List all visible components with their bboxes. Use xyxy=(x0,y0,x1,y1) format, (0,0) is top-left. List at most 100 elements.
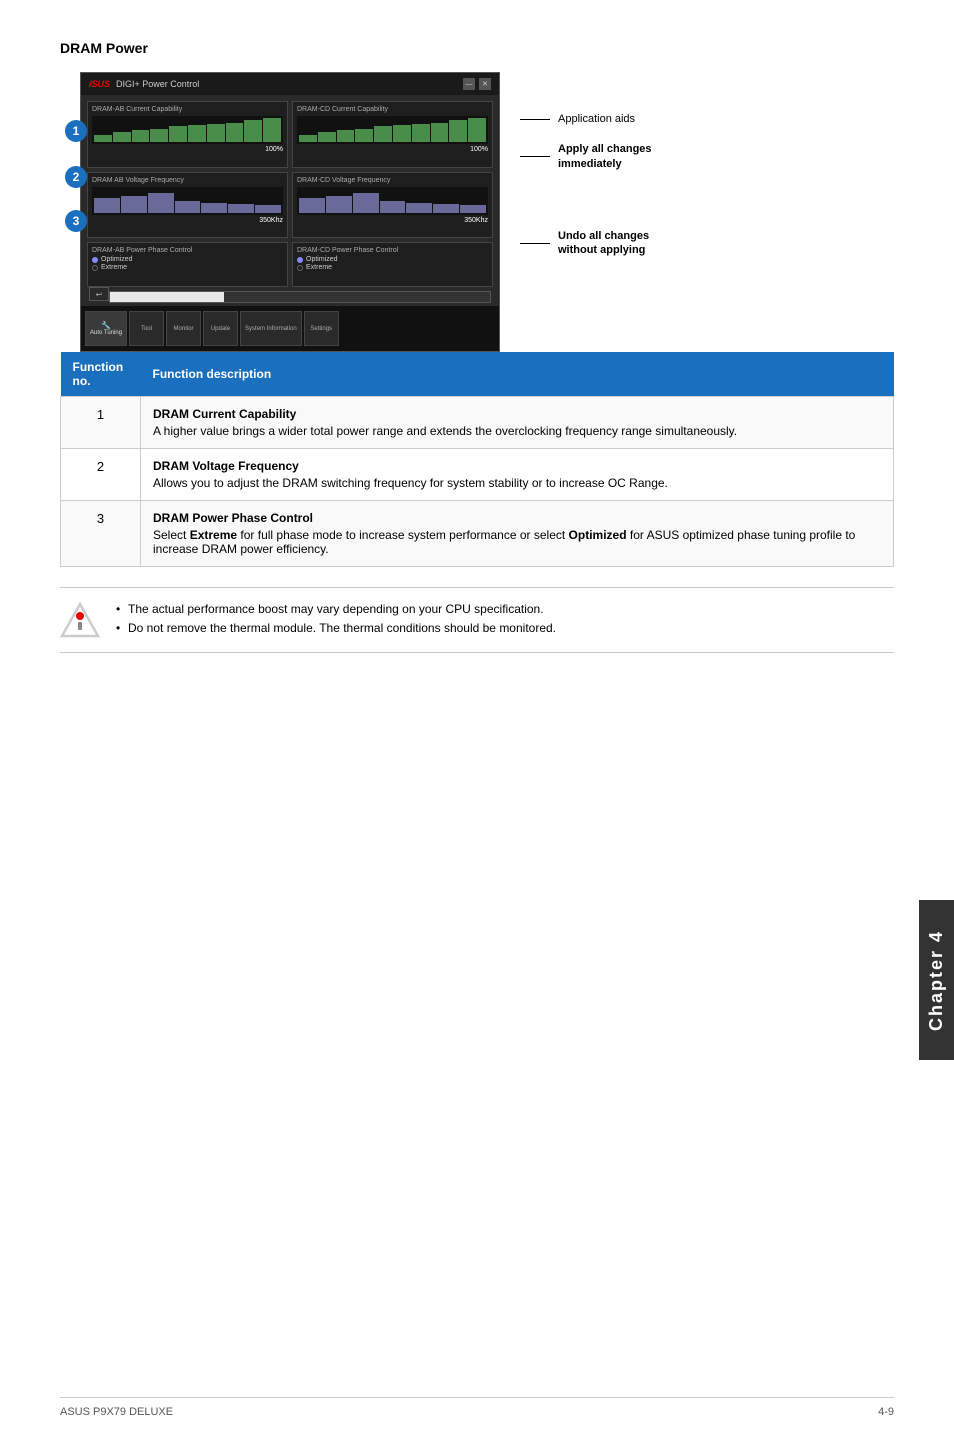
digi-logo: /SUS xyxy=(89,79,110,89)
digi-content: DRAM-AB Current Capability xyxy=(81,95,499,293)
bar xyxy=(468,118,486,142)
annotation-app-aids: Application aids xyxy=(520,112,700,126)
nav-auto-tuning[interactable]: 🔧 Auto Tuning xyxy=(85,311,127,346)
nav-settings[interactable]: Settings xyxy=(304,311,339,346)
footer-right: 4-9 xyxy=(878,1406,894,1418)
section-title: DRAM Power xyxy=(60,40,894,56)
cd-current-slider[interactable] xyxy=(297,116,488,144)
bar xyxy=(201,203,227,213)
minimize-btn[interactable]: — xyxy=(463,78,475,90)
bar xyxy=(326,196,352,213)
row2-func-name: DRAM Voltage Frequency xyxy=(153,459,881,473)
bar xyxy=(255,205,281,212)
ab-optimized-radio[interactable] xyxy=(92,257,98,263)
page-footer: ASUS P9X79 DELUXE 4-9 xyxy=(60,1397,894,1418)
row2-number: 2 xyxy=(61,449,141,501)
bar xyxy=(353,193,379,212)
apply-bar-inner xyxy=(110,292,224,302)
ab-extreme-option[interactable]: Extreme xyxy=(92,264,283,271)
screenshot-area: 1 2 3 /SUS DIGI+ Power Control — ✕ xyxy=(80,72,894,352)
cd-current-value: 100% xyxy=(297,146,488,153)
ab-current-value: 100% xyxy=(92,146,283,153)
ab-voltage-slider[interactable] xyxy=(92,187,283,215)
panel-ab-phase: DRAM-AB Power Phase Control Optimized Ex… xyxy=(87,242,288,287)
bar xyxy=(132,130,150,142)
badge-1: 1 xyxy=(65,120,87,142)
nav-tool[interactable]: Tool xyxy=(129,311,164,346)
row3-description: DRAM Power Phase Control Select Extreme … xyxy=(141,501,894,567)
annotation-undo-text: Undo all changeswithout applying xyxy=(558,229,649,258)
digi-title: DIGI+ Power Control xyxy=(116,79,199,89)
bar xyxy=(121,196,147,213)
bar xyxy=(148,193,174,212)
digi-titlebar: /SUS DIGI+ Power Control — ✕ xyxy=(81,73,499,95)
annotation-apply: Apply all changesimmediately xyxy=(520,142,700,171)
bar xyxy=(318,132,336,142)
bar xyxy=(299,198,325,212)
cd-optimized-option[interactable]: Optimized xyxy=(297,256,488,263)
row1-func-desc: A higher value brings a wider total powe… xyxy=(153,424,737,438)
undo-button[interactable]: ↩ xyxy=(89,287,109,301)
row1-description: DRAM Current Capability A higher value b… xyxy=(141,397,894,449)
row3-func-desc-prefix: Select xyxy=(153,528,190,542)
panel-ab-current-title: DRAM-AB Current Capability xyxy=(92,106,283,113)
footer-left: ASUS P9X79 DELUXE xyxy=(60,1406,173,1418)
nav-system-info[interactable]: System Information xyxy=(240,311,302,346)
row1-func-name: DRAM Current Capability xyxy=(153,407,881,421)
warning-item-1: The actual performance boost may vary de… xyxy=(116,600,556,619)
bar xyxy=(228,204,254,212)
bar xyxy=(94,198,120,212)
row3-optimized: Optimized xyxy=(569,528,627,542)
table-row: 2 DRAM Voltage Frequency Allows you to a… xyxy=(61,449,894,501)
bar xyxy=(380,201,406,213)
ab-extreme-label: Extreme xyxy=(101,264,127,271)
panel-cd-voltage: DRAM-CD Voltage Frequency xyxy=(292,172,493,239)
bar xyxy=(175,201,201,213)
panel-cd-phase-title: DRAM-CD Power Phase Control xyxy=(297,247,488,254)
nav-update[interactable]: Update xyxy=(203,311,238,346)
cd-extreme-radio[interactable] xyxy=(297,265,303,271)
panel-cd-phase: DRAM-CD Power Phase Control Optimized Ex… xyxy=(292,242,493,287)
panel-cd-current-title: DRAM-CD Current Capability xyxy=(297,106,488,113)
cd-optimized-radio[interactable] xyxy=(297,257,303,263)
cd-optimized-label: Optimized xyxy=(306,256,338,263)
row2-description: DRAM Voltage Frequency Allows you to adj… xyxy=(141,449,894,501)
bar xyxy=(355,129,373,142)
cd-extreme-label: Extreme xyxy=(306,264,332,271)
row3-func-desc-mid: for full phase mode to increase system p… xyxy=(237,528,568,542)
bar xyxy=(113,132,131,142)
ab-voltage-value: 350Khz xyxy=(92,217,283,224)
bar xyxy=(431,123,449,142)
ab-optimized-label: Optimized xyxy=(101,256,133,263)
row1-number: 1 xyxy=(61,397,141,449)
warning-box: The actual performance boost may vary de… xyxy=(60,587,894,653)
panel-ab-voltage: DRAM AB Voltage Frequency xyxy=(87,172,288,239)
digi-window: /SUS DIGI+ Power Control — ✕ DRAM-AB Cur… xyxy=(80,72,500,352)
warning-item-2: Do not remove the thermal module. The th… xyxy=(116,619,556,638)
nav-monitor[interactable]: Monitor xyxy=(166,311,201,346)
panel-ab-current: DRAM-AB Current Capability xyxy=(87,101,288,168)
ab-current-slider[interactable] xyxy=(92,116,283,144)
panel-cd-voltage-title: DRAM-CD Voltage Frequency xyxy=(297,177,488,184)
table-header-function-no: Function no. xyxy=(61,352,141,397)
annotation-apply-text: Apply all changesimmediately xyxy=(558,142,652,171)
bar xyxy=(393,125,411,142)
annotation-dash-2 xyxy=(520,156,550,157)
bar xyxy=(150,129,168,142)
cd-extreme-option[interactable]: Extreme xyxy=(297,264,488,271)
bar xyxy=(188,125,206,142)
cd-voltage-value: 350Khz xyxy=(297,217,488,224)
ab-optimized-option[interactable]: Optimized xyxy=(92,256,283,263)
panel-cd-current: DRAM-CD Current Capability xyxy=(292,101,493,168)
badge-3: 3 xyxy=(65,210,87,232)
window-controls: — ✕ xyxy=(463,78,491,90)
cd-voltage-slider[interactable] xyxy=(297,187,488,215)
bar xyxy=(226,123,244,142)
bar xyxy=(412,124,430,142)
ab-extreme-radio[interactable] xyxy=(92,265,98,271)
bar xyxy=(406,203,432,213)
digi-bottombar: 🔧 Auto Tuning Tool Monitor Update System… xyxy=(81,306,499,351)
page-content: DRAM Power 1 2 3 /SUS DIGI+ Power Contro… xyxy=(0,0,954,713)
bar xyxy=(337,130,355,142)
close-btn[interactable]: ✕ xyxy=(479,78,491,90)
